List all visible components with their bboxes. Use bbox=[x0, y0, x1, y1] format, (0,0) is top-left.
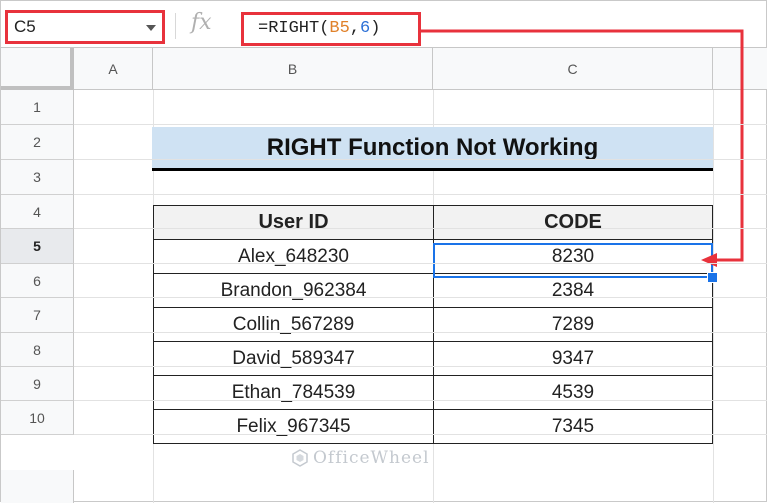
table-row: Felix_967345 7345 bbox=[153, 409, 713, 444]
grid-line bbox=[74, 228, 767, 229]
cell-code[interactable]: 2384 bbox=[433, 273, 713, 308]
row-header-1[interactable]: 1 bbox=[1, 90, 74, 125]
formula-suffix: ) bbox=[370, 19, 381, 38]
cell-user-id[interactable]: Brandon_962384 bbox=[153, 273, 434, 308]
cell-user-id[interactable]: Collin_567289 bbox=[153, 307, 434, 342]
column-header-d[interactable] bbox=[713, 48, 767, 90]
grid-line bbox=[74, 400, 767, 401]
row-header-9[interactable]: 9 bbox=[1, 367, 74, 401]
cell-user-id[interactable]: Alex_648230 bbox=[153, 239, 434, 274]
name-box-value: C5 bbox=[14, 17, 36, 36]
row-header-4[interactable]: 4 bbox=[1, 195, 74, 229]
cell-code[interactable]: 9347 bbox=[433, 341, 713, 376]
row-header-7[interactable]: 7 bbox=[1, 298, 74, 333]
column-header-c[interactable]: C bbox=[433, 48, 713, 90]
grid-line bbox=[74, 297, 767, 298]
grid-line bbox=[74, 366, 767, 367]
formula-bar: C5 fx =RIGHT(B5,6) bbox=[1, 1, 766, 48]
row-header-2[interactable]: 2 bbox=[1, 125, 74, 160]
row-header-10[interactable]: 10 bbox=[1, 401, 74, 435]
spreadsheet-window: C5 fx =RIGHT(B5,6) A B C RIGHT Function … bbox=[0, 0, 767, 503]
column-header-a[interactable]: A bbox=[74, 48, 153, 90]
header-user-id[interactable]: User ID bbox=[153, 205, 434, 240]
grid-line bbox=[74, 263, 767, 264]
table-row: Collin_567289 7289 bbox=[153, 307, 713, 342]
row-header-filler bbox=[1, 470, 74, 503]
formula-reference: B5 bbox=[329, 19, 350, 38]
name-box[interactable]: C5 bbox=[5, 10, 165, 44]
data-table: User ID CODE Alex_648230 8230 Brandon_96… bbox=[153, 205, 713, 444]
column-header-b[interactable]: B bbox=[153, 48, 433, 90]
cell-user-id[interactable]: David_589347 bbox=[153, 341, 434, 376]
cell-user-id[interactable]: Felix_967345 bbox=[153, 409, 434, 444]
cell-code[interactable]: 7345 bbox=[433, 409, 713, 444]
cell-code[interactable]: 4539 bbox=[433, 375, 713, 410]
table-row: Alex_648230 8230 bbox=[153, 239, 713, 274]
fx-icon: fx bbox=[191, 10, 212, 35]
formula-input[interactable]: =RIGHT(B5,6) bbox=[241, 12, 421, 46]
row-header-8[interactable]: 8 bbox=[1, 333, 74, 367]
grid-line bbox=[74, 332, 767, 333]
select-all-corner[interactable] bbox=[1, 48, 74, 90]
formula-divider bbox=[175, 13, 176, 39]
cell-code[interactable]: 8230 bbox=[433, 239, 713, 274]
grid-line bbox=[74, 434, 767, 435]
fill-handle[interactable] bbox=[707, 272, 718, 283]
cell-user-id[interactable]: Ethan_784539 bbox=[153, 375, 434, 410]
row-header-3[interactable]: 3 bbox=[1, 160, 74, 195]
grid-line bbox=[74, 159, 767, 160]
formula-prefix: =RIGHT( bbox=[258, 19, 330, 38]
formula-number: 6 bbox=[360, 19, 371, 38]
chevron-down-icon[interactable] bbox=[146, 25, 156, 31]
grid-line bbox=[74, 124, 767, 125]
table-header-row: User ID CODE bbox=[153, 205, 713, 240]
row-header-5[interactable]: 5 bbox=[1, 229, 74, 264]
formula-separator: , bbox=[349, 19, 361, 38]
watermark-logo-icon bbox=[292, 449, 308, 467]
table-row: Ethan_784539 4539 bbox=[153, 375, 713, 410]
grid-line bbox=[74, 194, 767, 195]
cell-code[interactable]: 7289 bbox=[433, 307, 713, 342]
sheet-title[interactable]: RIGHT Function Not Working bbox=[152, 127, 713, 171]
table-row: Brandon_962384 2384 bbox=[153, 273, 713, 308]
watermark-text: OfficeWheel bbox=[313, 448, 430, 468]
row-header-6[interactable]: 6 bbox=[1, 264, 74, 298]
header-code[interactable]: CODE bbox=[433, 205, 713, 240]
table-row: David_589347 9347 bbox=[153, 341, 713, 376]
